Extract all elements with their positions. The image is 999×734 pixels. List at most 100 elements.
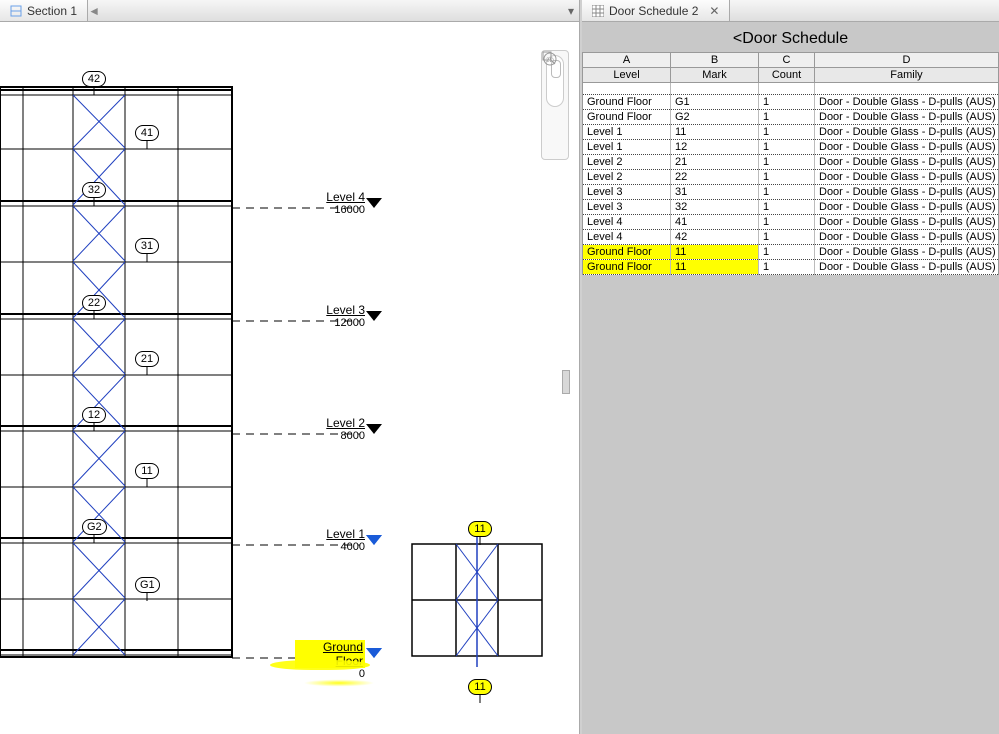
table-cell[interactable]: G1 <box>671 95 759 110</box>
table-cell[interactable]: 1 <box>759 155 815 170</box>
table-cell[interactable]: 21 <box>671 155 759 170</box>
column-letter[interactable]: B <box>671 53 759 68</box>
table-cell[interactable]: Ground Floor <box>583 260 671 275</box>
table-row[interactable]: Ground Floor111Door - Double Glass - D-p… <box>583 245 999 260</box>
table-cell[interactable]: Door - Double Glass - D-pulls (AUS) <box>815 155 999 170</box>
table-cell[interactable]: 1 <box>759 215 815 230</box>
door-tag[interactable]: 21 <box>135 351 159 367</box>
table-row[interactable]: Level 2211Door - Double Glass - D-pulls … <box>583 155 999 170</box>
table-cell[interactable]: Level 3 <box>583 200 671 215</box>
column-header[interactable]: Mark <box>671 68 759 83</box>
table-cell[interactable]: Level 2 <box>583 155 671 170</box>
table-cell[interactable]: 1 <box>759 110 815 125</box>
view2d-icon[interactable]: 2D <box>545 111 565 131</box>
table-cell[interactable]: Door - Double Glass - D-pulls (AUS) <box>815 125 999 140</box>
level-marker-icon <box>366 535 382 545</box>
table-cell[interactable]: 1 <box>759 170 815 185</box>
door-tag[interactable]: 42 <box>82 71 106 87</box>
table-cell[interactable]: Door - Double Glass - D-pulls (AUS) <box>815 215 999 230</box>
table-cell[interactable]: Level 3 <box>583 185 671 200</box>
table-cell[interactable]: Door - Double Glass - D-pulls (AUS) <box>815 170 999 185</box>
table-row[interactable]: Ground Floor111Door - Double Glass - D-p… <box>583 260 999 275</box>
table-cell[interactable]: 1 <box>759 245 815 260</box>
table-cell[interactable]: 22 <box>671 170 759 185</box>
table-cell[interactable]: Ground Floor <box>583 110 671 125</box>
zoom-region-icon[interactable] <box>545 135 565 155</box>
table-cell[interactable]: 1 <box>759 185 815 200</box>
table-row[interactable]: Level 1111Door - Double Glass - D-pulls … <box>583 125 999 140</box>
table-cell[interactable]: 12 <box>671 140 759 155</box>
table-cell[interactable]: Level 4 <box>583 215 671 230</box>
table-cell[interactable]: 1 <box>759 200 815 215</box>
right-tab-bar: Door Schedule 2 ✕ <box>582 0 999 22</box>
schedule-tab[interactable]: Door Schedule 2 ✕ <box>582 0 730 21</box>
table-cell[interactable]: Door - Double Glass - D-pulls (AUS) <box>815 200 999 215</box>
table-cell[interactable]: Level 1 <box>583 140 671 155</box>
table-cell[interactable]: Door - Double Glass - D-pulls (AUS) <box>815 260 999 275</box>
level-label[interactable]: Level 28000 <box>295 416 365 442</box>
schedule-title: <Door Schedule <box>582 22 999 52</box>
door-tag[interactable]: 41 <box>135 125 159 141</box>
table-cell[interactable]: Door - Double Glass - D-pulls (AUS) <box>815 245 999 260</box>
section-tab[interactable]: Section 1 <box>0 0 88 21</box>
table-row[interactable]: Ground FloorG11Door - Double Glass - D-p… <box>583 95 999 110</box>
column-letter[interactable]: A <box>583 53 671 68</box>
column-header[interactable]: Level <box>583 68 671 83</box>
table-cell[interactable]: Ground Floor <box>583 95 671 110</box>
level-label[interactable]: Level 416000 <box>295 190 365 216</box>
door-tag[interactable]: 22 <box>82 295 106 311</box>
column-header[interactable]: Count <box>759 68 815 83</box>
table-row[interactable]: Level 4421Door - Double Glass - D-pulls … <box>583 230 999 245</box>
table-cell[interactable]: Door - Double Glass - D-pulls (AUS) <box>815 95 999 110</box>
column-header[interactable]: Family <box>815 68 999 83</box>
door-tag[interactable]: G2 <box>82 519 107 535</box>
table-row[interactable]: Ground FloorG21Door - Double Glass - D-p… <box>583 110 999 125</box>
table-cell[interactable]: 11 <box>671 125 759 140</box>
door-tag[interactable]: 32 <box>82 182 106 198</box>
table-row[interactable]: Level 2221Door - Double Glass - D-pulls … <box>583 170 999 185</box>
door-tag[interactable]: 11 <box>135 463 159 479</box>
level-label[interactable]: Level 312000 <box>295 303 365 329</box>
table-cell[interactable]: 11 <box>671 245 759 260</box>
schedule-grid[interactable]: ABCD LevelMarkCountFamily Ground FloorG1… <box>582 52 999 726</box>
door-tag[interactable]: 11 <box>468 679 492 695</box>
level-label[interactable]: Level 14000 <box>295 527 365 553</box>
table-cell[interactable]: 1 <box>759 230 815 245</box>
column-letter[interactable]: D <box>815 53 999 68</box>
tab-dropdown-icon[interactable]: ▾ <box>563 0 579 21</box>
table-cell[interactable]: G2 <box>671 110 759 125</box>
table-cell[interactable]: Level 2 <box>583 170 671 185</box>
table-cell[interactable]: Ground Floor <box>583 245 671 260</box>
table-cell[interactable]: 31 <box>671 185 759 200</box>
table-row[interactable]: Level 3321Door - Double Glass - D-pulls … <box>583 200 999 215</box>
table-cell[interactable]: Door - Double Glass - D-pulls (AUS) <box>815 140 999 155</box>
table-cell[interactable]: Level 1 <box>583 125 671 140</box>
table-cell[interactable]: Door - Double Glass - D-pulls (AUS) <box>815 110 999 125</box>
level-marker-icon <box>366 198 382 208</box>
schedule-table[interactable]: ABCD LevelMarkCountFamily Ground FloorG1… <box>582 52 999 275</box>
drawing-canvas[interactable]: 2D 42 41 32 31 22 21 12 11 G2 G1 11 11 Level 416000… <box>0 22 579 734</box>
door-tag[interactable]: 31 <box>135 238 159 254</box>
table-cell[interactable]: Door - Double Glass - D-pulls (AUS) <box>815 230 999 245</box>
table-cell[interactable]: 42 <box>671 230 759 245</box>
tab-scroll-left-icon[interactable]: ◄ <box>88 0 100 21</box>
door-tag[interactable]: G1 <box>135 577 160 593</box>
level-marker-icon <box>366 648 382 658</box>
door-tag[interactable]: 12 <box>82 407 106 423</box>
table-cell[interactable]: 11 <box>671 260 759 275</box>
table-cell[interactable]: 1 <box>759 260 815 275</box>
table-row[interactable]: Level 4411Door - Double Glass - D-pulls … <box>583 215 999 230</box>
door-tag[interactable]: 11 <box>468 521 492 537</box>
table-cell[interactable]: Level 4 <box>583 230 671 245</box>
table-row[interactable]: Level 3311Door - Double Glass - D-pulls … <box>583 185 999 200</box>
table-cell[interactable]: 1 <box>759 125 815 140</box>
table-cell[interactable]: 32 <box>671 200 759 215</box>
table-cell[interactable]: 1 <box>759 140 815 155</box>
table-cell[interactable]: 41 <box>671 215 759 230</box>
table-row[interactable]: Level 1121Door - Double Glass - D-pulls … <box>583 140 999 155</box>
splitter-handle[interactable] <box>562 370 570 394</box>
column-letter[interactable]: C <box>759 53 815 68</box>
table-cell[interactable]: Door - Double Glass - D-pulls (AUS) <box>815 185 999 200</box>
table-cell[interactable]: 1 <box>759 95 815 110</box>
close-icon[interactable]: ✕ <box>709 4 719 18</box>
